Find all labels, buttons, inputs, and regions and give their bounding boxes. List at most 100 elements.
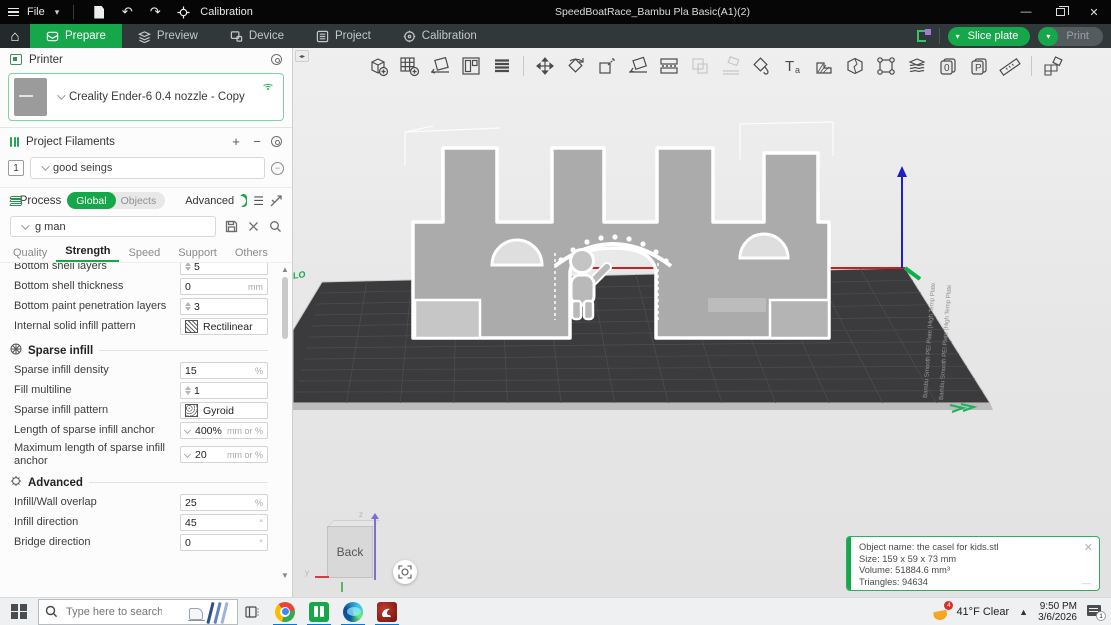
param-search-field[interactable] bbox=[10, 216, 216, 237]
print-button[interactable]: ▾ Print bbox=[1038, 26, 1103, 46]
lay-on-face-icon[interactable] bbox=[625, 52, 651, 80]
slice-options-chevron-icon[interactable]: ▾ bbox=[948, 27, 968, 46]
sparse-infill-density-input[interactable]: 15 % bbox=[180, 362, 268, 379]
nav-cube-back-face[interactable]: Back bbox=[327, 526, 373, 578]
build-plate-scene[interactable]: Bambu Smooth PEI Plate (High Temp Plate … bbox=[293, 48, 1111, 597]
anchor-length-select[interactable]: 400% mm or % bbox=[180, 422, 268, 439]
tray-expand-chevron-icon[interactable]: ▲ bbox=[1019, 607, 1028, 617]
new-project-button[interactable] bbox=[88, 3, 110, 21]
tab-support[interactable]: Support bbox=[169, 247, 226, 262]
settings-list-icon[interactable]: ☰ bbox=[253, 194, 264, 208]
filament-settings-gear-icon[interactable] bbox=[271, 136, 282, 147]
measure-icon[interactable] bbox=[997, 52, 1023, 80]
objects-list-icon[interactable] bbox=[489, 52, 515, 80]
tab-preview[interactable]: Preview bbox=[122, 24, 214, 48]
variable-layer-height-icon[interactable] bbox=[904, 52, 930, 80]
move-icon[interactable] bbox=[532, 52, 558, 80]
home-button[interactable]: ⌂ bbox=[0, 24, 30, 48]
maximize-button[interactable] bbox=[1043, 0, 1077, 24]
start-button[interactable] bbox=[0, 598, 38, 625]
printer-selector[interactable]: Creality Ender-6 0.4 nozzle - Copy bbox=[8, 73, 284, 121]
plate-settings-icon[interactable] bbox=[916, 29, 931, 43]
document-zero-icon[interactable]: 0 bbox=[935, 52, 961, 80]
tab-calibration[interactable]: Calibration bbox=[387, 24, 493, 48]
param-search-input[interactable] bbox=[33, 219, 153, 234]
bottom-shell-thickness-input[interactable]: 0 mm bbox=[180, 278, 268, 295]
viewport-3d[interactable]: Bambu Smooth PEI Plate (High Temp Plate … bbox=[293, 48, 1111, 597]
filament-edit-icon[interactable]: − bbox=[271, 161, 284, 175]
orbit-view-button[interactable] bbox=[393, 560, 417, 584]
spinner-icon[interactable] bbox=[185, 385, 191, 396]
bottom-shell-layers-input[interactable]: 5 bbox=[180, 263, 268, 275]
scope-objects[interactable]: Objects bbox=[116, 195, 166, 207]
anchor-max-length-select[interactable]: 20 mm or % bbox=[180, 446, 268, 463]
params-scrollbar[interactable]: ▲ ▼ bbox=[280, 265, 290, 580]
navigation-cube[interactable]: z y Back bbox=[305, 510, 385, 594]
info-close-icon[interactable]: ✕ bbox=[1084, 541, 1093, 554]
bottom-paint-penetration-input[interactable]: 3 bbox=[180, 298, 268, 315]
scrollbar-thumb[interactable] bbox=[282, 277, 288, 339]
scale-icon[interactable] bbox=[594, 52, 620, 80]
remove-filament-button[interactable]: − bbox=[250, 134, 264, 149]
text-icon[interactable]: Ta bbox=[780, 52, 806, 80]
minimize-button[interactable]: — bbox=[1009, 0, 1043, 24]
support-paint-icon[interactable] bbox=[811, 52, 837, 80]
sparse-infill-pattern-select[interactable]: Gyroid bbox=[180, 402, 268, 419]
info-minimize-icon[interactable]: — bbox=[1082, 578, 1091, 588]
seam-icon[interactable] bbox=[873, 52, 899, 80]
tab-device[interactable]: Device bbox=[214, 24, 300, 48]
task-view-button[interactable] bbox=[238, 605, 268, 619]
process-scope-switch[interactable]: Global Objects bbox=[67, 192, 166, 209]
tab-others[interactable]: Others bbox=[226, 247, 277, 262]
scroll-up-arrow-icon[interactable]: ▲ bbox=[281, 265, 289, 274]
chevron-down-icon[interactable]: ▾ bbox=[55, 7, 60, 18]
calibration-menu[interactable]: Calibration bbox=[200, 6, 253, 18]
advanced-toggle[interactable] bbox=[235, 194, 248, 207]
printer-settings-gear-icon[interactable] bbox=[271, 54, 282, 65]
add-filament-button[interactable]: + bbox=[229, 134, 243, 149]
notification-center-button[interactable]: 1 bbox=[1087, 604, 1106, 621]
taskbar-app-chrome[interactable] bbox=[268, 598, 302, 625]
infill-wall-overlap-input[interactable]: 25 % bbox=[180, 494, 268, 511]
document-p-icon[interactable]: P bbox=[966, 52, 992, 80]
taskbar-app-edge[interactable] bbox=[336, 598, 370, 625]
search-icon[interactable] bbox=[268, 220, 282, 234]
slice-plate-button[interactable]: ▾ Slice plate bbox=[947, 26, 1031, 46]
add-object-icon[interactable] bbox=[365, 52, 391, 80]
search-decoration-image[interactable] bbox=[187, 601, 233, 624]
cut-icon[interactable] bbox=[842, 52, 868, 80]
arrange-icon[interactable] bbox=[458, 52, 484, 80]
taskbar-search-input[interactable] bbox=[64, 604, 164, 619]
taskbar-search-box[interactable] bbox=[38, 598, 238, 625]
taskbar-clock[interactable]: 9:50 PM 3/6/2026 bbox=[1038, 601, 1077, 624]
print-options-chevron-icon[interactable]: ▾ bbox=[1038, 26, 1059, 46]
tab-project[interactable]: Project bbox=[300, 24, 387, 48]
save-preset-icon[interactable] bbox=[224, 220, 238, 234]
fill-multiline-input[interactable]: 1 bbox=[180, 382, 268, 399]
taskbar-app-bambu-studio[interactable] bbox=[302, 598, 336, 625]
hamburger-icon[interactable] bbox=[8, 7, 19, 17]
scope-global[interactable]: Global bbox=[67, 192, 116, 209]
scroll-down-arrow-icon[interactable]: ▼ bbox=[281, 571, 289, 580]
internal-solid-infill-pattern-select[interactable]: Rectilinear bbox=[180, 318, 268, 335]
file-menu[interactable]: File bbox=[27, 6, 45, 18]
tab-prepare[interactable]: Prepare bbox=[30, 24, 122, 48]
redo-button[interactable]: ↷ bbox=[144, 3, 166, 21]
paint-icon[interactable] bbox=[749, 52, 775, 80]
infill-direction-input[interactable]: 45 ° bbox=[180, 514, 268, 531]
close-button[interactable]: ✕ bbox=[1077, 0, 1111, 24]
split-plate-icon[interactable] bbox=[656, 52, 682, 80]
undo-button[interactable]: ↶ bbox=[116, 3, 138, 21]
taskbar-weather[interactable]: 4 41°F Clear bbox=[933, 601, 1009, 620]
rotate-icon[interactable] bbox=[563, 52, 589, 80]
tune-icon[interactable] bbox=[270, 194, 282, 208]
spinner-icon[interactable] bbox=[185, 301, 191, 312]
bridge-direction-input[interactable]: 0 ° bbox=[180, 534, 268, 551]
tab-strength[interactable]: Strength bbox=[56, 245, 120, 262]
add-plate-icon[interactable] bbox=[396, 52, 422, 80]
tab-speed[interactable]: Speed bbox=[119, 247, 169, 262]
build-plate[interactable] bbox=[293, 267, 991, 404]
tab-quality[interactable]: Quality bbox=[4, 247, 56, 262]
auto-orient-icon[interactable] bbox=[427, 52, 453, 80]
spinner-icon[interactable] bbox=[185, 263, 191, 272]
